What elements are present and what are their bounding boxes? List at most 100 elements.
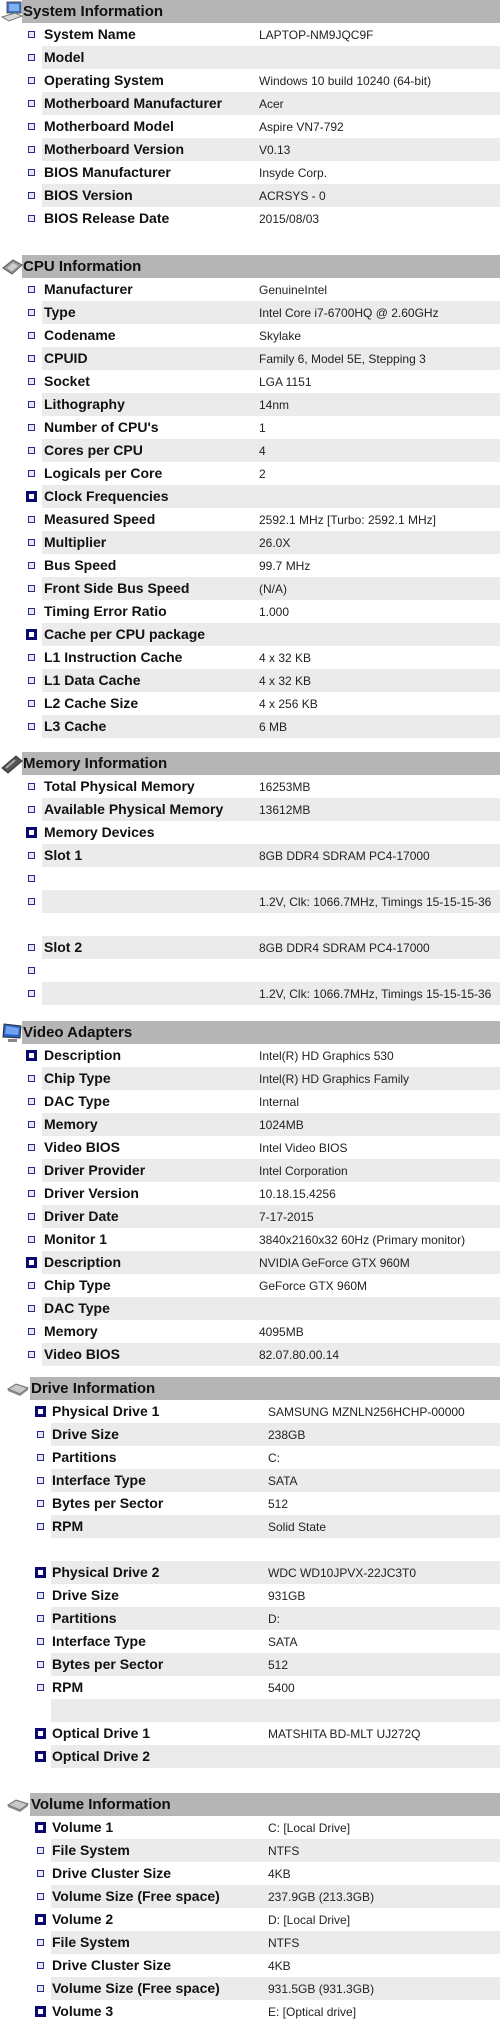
row-driver-version[interactable]: Driver Version 10.18.15.4256 bbox=[0, 1182, 500, 1205]
row-volume-1[interactable]: Volume 1 C: [Local Drive] bbox=[0, 1816, 500, 1839]
row-chip-type[interactable]: Chip Type Intel(R) HD Graphics Family bbox=[0, 1067, 500, 1090]
row-rpm[interactable]: RPM Solid State bbox=[0, 1515, 500, 1538]
row-lithography[interactable]: Lithography 14nm bbox=[0, 393, 500, 416]
row-slot-2[interactable]: Slot 2 8GB DDR4 SDRAM PC4-17000 bbox=[0, 936, 500, 959]
row-timing-error-ratio[interactable]: Timing Error Ratio 1.000 bbox=[0, 600, 500, 623]
row-model[interactable]: Model bbox=[0, 46, 500, 69]
row-label: System Name bbox=[44, 26, 136, 42]
row-rpm[interactable]: RPM 5400 bbox=[0, 1676, 500, 1699]
bullet-icon bbox=[37, 1939, 44, 1946]
row-socket[interactable]: Socket LGA 1151 bbox=[0, 370, 500, 393]
row-system-name[interactable]: System Name LAPTOP-NM9JQC9F bbox=[0, 23, 500, 46]
row-bios-release-date[interactable]: BIOS Release Date 2015/08/03 bbox=[0, 207, 500, 230]
row-interface-type[interactable]: Interface Type SATA bbox=[0, 1469, 500, 1492]
row-physical-drive-2[interactable]: Physical Drive 2 WDC WD10JPVX-22JC3T0 bbox=[0, 1561, 500, 1584]
row-cache-per-cpu-package[interactable]: Cache per CPU package bbox=[0, 623, 500, 646]
row-description[interactable]: Description Intel(R) HD Graphics 530 bbox=[0, 1044, 500, 1067]
row-number-of-cpu-s[interactable]: Number of CPU's 1 bbox=[0, 416, 500, 439]
row-value: GenuineIntel bbox=[259, 283, 328, 297]
row-front-side-bus-speed[interactable]: Front Side Bus Speed (N/A) bbox=[0, 577, 500, 600]
row-interface-type[interactable]: Interface Type SATA bbox=[0, 1630, 500, 1653]
row-l2-cache-size[interactable]: L2 Cache Size 4 x 256 KB bbox=[0, 692, 500, 715]
row-optical-drive-2[interactable]: Optical Drive 2 bbox=[0, 1745, 500, 1768]
row-video-bios[interactable]: Video BIOS 82.07.80.00.14 bbox=[0, 1343, 500, 1366]
row-partitions[interactable]: Partitions D: bbox=[0, 1607, 500, 1630]
row-drive-size[interactable]: Drive Size 238GB bbox=[0, 1423, 500, 1446]
row-driver-provider[interactable]: Driver Provider Intel Corporation bbox=[0, 1159, 500, 1182]
row-bytes-per-sector[interactable]: Bytes per Sector 512 bbox=[0, 1492, 500, 1515]
row-bios-manufacturer[interactable]: BIOS Manufacturer Insyde Corp. bbox=[0, 161, 500, 184]
row-physical-drive-1[interactable]: Physical Drive 1 SAMSUNG MZNLN256HCHP-000… bbox=[0, 1400, 500, 1423]
row-measured-speed[interactable]: Measured Speed 2592.1 MHz [Turbo: 2592.1 … bbox=[0, 508, 500, 531]
row-label: BIOS Release Date bbox=[44, 210, 170, 226]
row-motherboard-version[interactable]: Motherboard Version V0.13 bbox=[0, 138, 500, 161]
row-blank[interactable] bbox=[0, 1699, 500, 1722]
row-logicals-per-core[interactable]: Logicals per Core 2 bbox=[0, 462, 500, 485]
row-cpuid[interactable]: CPUID Family 6, Model 5E, Stepping 3 bbox=[0, 347, 500, 370]
row-l3-cache[interactable]: L3 Cache 6 MB bbox=[0, 715, 500, 738]
row-available-physical-memory[interactable]: Available Physical Memory 13612MB bbox=[0, 798, 500, 821]
row-optical-drive-1[interactable]: Optical Drive 1 MATSHITA BD-MLT UJ272Q bbox=[0, 1722, 500, 1745]
row-dac-type[interactable]: DAC Type bbox=[0, 1297, 500, 1320]
row-description[interactable]: Description NVIDIA GeForce GTX 960M bbox=[0, 1251, 500, 1274]
row-multiplier[interactable]: Multiplier 26.0X bbox=[0, 531, 500, 554]
row-l1-data-cache[interactable]: L1 Data Cache 4 x 32 KB bbox=[0, 669, 500, 692]
row-blank[interactable]: 1.2V, Clk: 1066.7MHz, Timings 15-15-15-3… bbox=[0, 890, 500, 913]
row-bytes-per-sector[interactable]: Bytes per Sector 512 bbox=[0, 1653, 500, 1676]
row-bios-version[interactable]: BIOS Version ACRSYS - 0 bbox=[0, 184, 500, 207]
row-codename[interactable]: Codename Skylake bbox=[0, 324, 500, 347]
row-drive-size[interactable]: Drive Size 931GB bbox=[0, 1584, 500, 1607]
row-volume-3[interactable]: Volume 3 E: [Optical drive] bbox=[0, 2000, 500, 2023]
row-motherboard-model[interactable]: Motherboard Model Aspire VN7-792 bbox=[0, 115, 500, 138]
row-file-system[interactable]: File System NTFS bbox=[0, 1931, 500, 1954]
bullet-icon bbox=[28, 100, 35, 107]
group-bullet-icon bbox=[35, 1728, 46, 1739]
section-header[interactable]: Video Adapters bbox=[0, 1021, 500, 1044]
row-memory[interactable]: Memory 1024MB bbox=[0, 1113, 500, 1136]
row-dac-type[interactable]: DAC Type Internal bbox=[0, 1090, 500, 1113]
section-header[interactable]: System Information bbox=[0, 0, 500, 23]
group-bullet-icon bbox=[26, 491, 37, 502]
bullet-icon bbox=[28, 77, 35, 84]
row-volume-size-free-space[interactable]: Volume Size (Free space) 237.9GB (213.3GB… bbox=[0, 1885, 500, 1908]
section-title: Volume Information bbox=[31, 1796, 171, 1813]
row-clock-frequencies[interactable]: Clock Frequencies bbox=[0, 485, 500, 508]
bullet-icon bbox=[28, 1144, 35, 1151]
bullet-icon bbox=[37, 1962, 44, 1969]
row-blank[interactable] bbox=[0, 913, 500, 936]
row-drive-cluster-size[interactable]: Drive Cluster Size 4KB bbox=[0, 1862, 500, 1885]
row-volume-2[interactable]: Volume 2 D: [Local Drive] bbox=[0, 1908, 500, 1931]
section-header[interactable]: Memory Information bbox=[0, 752, 500, 775]
row-operating-system[interactable]: Operating System Windows 10 build 10240 (… bbox=[0, 69, 500, 92]
row-cores-per-cpu[interactable]: Cores per CPU 4 bbox=[0, 439, 500, 462]
row-chip-type[interactable]: Chip Type GeForce GTX 960M bbox=[0, 1274, 500, 1297]
row-motherboard-manufacturer[interactable]: Motherboard Manufacturer Acer bbox=[0, 92, 500, 115]
row-bus-speed[interactable]: Bus Speed 99.7 MHz bbox=[0, 554, 500, 577]
row-blank[interactable]: 1.2V, Clk: 1066.7MHz, Timings 15-15-15-3… bbox=[0, 982, 500, 1005]
section-header[interactable]: Drive Information bbox=[0, 1377, 500, 1400]
row-volume-size-free-space[interactable]: Volume Size (Free space) 931.5GB (931.3GB… bbox=[0, 1977, 500, 2000]
row-blank[interactable] bbox=[0, 1538, 500, 1561]
row-value: Intel(R) HD Graphics 530 bbox=[259, 1049, 394, 1063]
row-type[interactable]: Type Intel Core i7-6700HQ @ 2.60GHz bbox=[0, 301, 500, 324]
row-memory-devices[interactable]: Memory Devices bbox=[0, 821, 500, 844]
row-driver-date[interactable]: Driver Date 7-17-2015 bbox=[0, 1205, 500, 1228]
row-label: Operating System bbox=[44, 72, 164, 88]
row-monitor-1[interactable]: Monitor 1 3840x2160x32 60Hz (Primary moni… bbox=[0, 1228, 500, 1251]
row-slot-1[interactable]: Slot 1 8GB DDR4 SDRAM PC4-17000 bbox=[0, 844, 500, 867]
row-file-system[interactable]: File System NTFS bbox=[0, 1839, 500, 1862]
section-header[interactable]: CPU Information bbox=[0, 255, 500, 278]
row-manufacturer[interactable]: Manufacturer GenuineIntel bbox=[0, 278, 500, 301]
row-drive-cluster-size[interactable]: Drive Cluster Size 4KB bbox=[0, 1954, 500, 1977]
bullet-icon bbox=[28, 806, 35, 813]
row-blank[interactable] bbox=[0, 867, 500, 890]
row-l1-instruction-cache[interactable]: L1 Instruction Cache 4 x 32 KB bbox=[0, 646, 500, 669]
row-partitions[interactable]: Partitions C: bbox=[0, 1446, 500, 1469]
row-blank[interactable] bbox=[0, 959, 500, 982]
row-video-bios[interactable]: Video BIOS Intel Video BIOS bbox=[0, 1136, 500, 1159]
bullet-icon bbox=[28, 332, 35, 339]
row-total-physical-memory[interactable]: Total Physical Memory 16253MB bbox=[0, 775, 500, 798]
bullet-icon bbox=[28, 1098, 35, 1105]
section-header[interactable]: Volume Information bbox=[0, 1793, 500, 1816]
row-memory[interactable]: Memory 4095MB bbox=[0, 1320, 500, 1343]
